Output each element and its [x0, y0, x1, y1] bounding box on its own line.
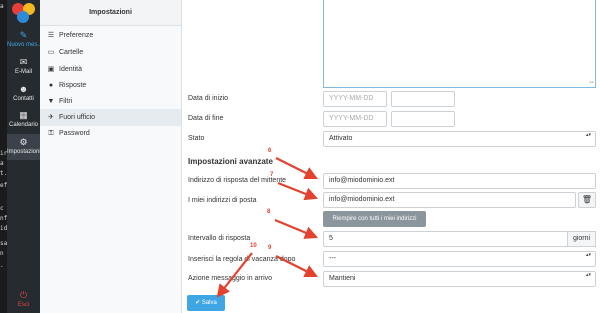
trash-icon: 🗑: [581, 195, 593, 204]
sidebar-item-identities[interactable]: ▣ Identità: [40, 61, 181, 78]
sidebar-item-label: Fuori ufficio: [59, 114, 96, 121]
save-label: Salva: [201, 300, 217, 306]
resize-grip-icon[interactable]: ⇿: [589, 79, 594, 86]
check-icon: ✔: [195, 300, 201, 306]
annotation-number: 10: [250, 243, 257, 249]
annotation-number: 7: [270, 172, 274, 178]
status-label: Stato: [188, 135, 205, 142]
cropped-window-edge: a ir a t. ef c nf id sa n .: [0, 0, 7, 313]
filter-icon: ▼: [47, 98, 55, 105]
sliders-icon: ☰: [47, 32, 55, 39]
save-button[interactable]: ✔ Salva: [187, 295, 225, 311]
reply-interval-input[interactable]: 5: [323, 231, 568, 247]
end-date-label: Data di fine: [188, 115, 224, 122]
out-of-office-form: ⇿ Data di inizio YYYY-MM-DD Data di fine…: [183, 0, 600, 313]
folder-icon: ▭: [47, 49, 55, 56]
rail-label: Calendario: [8, 122, 39, 128]
rail-item-contacts[interactable]: ☻ Contatti: [7, 84, 40, 102]
sidebar-item-label: Filtri: [59, 98, 73, 105]
comment-icon: ●: [48, 82, 54, 89]
annotation-number: 6: [268, 148, 272, 154]
sidebar-item-responses[interactable]: ● Risposte: [40, 77, 181, 94]
message-body-textarea[interactable]: ⇿: [323, 0, 596, 88]
interval-unit-label: giorni: [568, 231, 596, 247]
start-date-input[interactable]: YYYY-MM-DD: [323, 91, 387, 107]
status-select[interactable]: Attivato: [323, 131, 596, 147]
power-icon: ⏻: [19, 290, 28, 300]
reply-interval-label: Intervallo di risposta: [188, 235, 251, 242]
sidebar-title: Impostazioni: [40, 0, 181, 26]
end-time-input[interactable]: [391, 111, 455, 127]
rail-item-settings[interactable]: ⚙ Impostazioni: [7, 134, 41, 160]
edge-fragment: .: [0, 262, 4, 269]
sidebar-item-label: Identità: [59, 66, 82, 73]
compose-icon: ✎: [19, 30, 28, 40]
reply-address-label: Indirizzo di risposta del mittente: [188, 177, 287, 184]
fill-all-addresses-button[interactable]: Riempire con tutti i miei indirizzi: [323, 211, 426, 227]
logout-button[interactable]: ⏻ Esci: [7, 290, 40, 308]
start-time-input[interactable]: [391, 91, 455, 107]
incoming-action-select[interactable]: Mantieni: [323, 271, 596, 287]
app-logo: [12, 2, 36, 24]
incoming-action-label: Azione messaggio in arrivo: [188, 275, 273, 282]
insert-rule-label: Inserisci la regola di vacanza dopo: [188, 256, 296, 263]
rail-item-email[interactable]: ✉ E-Mail: [7, 57, 40, 75]
sidebar-item-label: Risposte: [59, 82, 87, 89]
settings-sidebar: Impostazioni ☰ Preferenze ▭ Cartelle ▣ Iden…: [40, 0, 182, 313]
sidebar-item-preferences[interactable]: ☰ Preferenze: [40, 27, 181, 44]
calendar-icon: ▦: [19, 110, 28, 120]
sidebar-item-label: Cartelle: [59, 49, 84, 56]
sidebar-item-filters[interactable]: ▼ Filtri: [40, 93, 181, 110]
new-message-button[interactable]: ✎ Nuovo mes...: [7, 30, 43, 48]
id-card-icon: ▣: [47, 66, 55, 73]
sidebar-item-password[interactable]: ⚿ Password: [40, 125, 181, 142]
sidebar-item-out-of-office[interactable]: ✈ Fuori ufficio: [40, 109, 181, 126]
contacts-icon: ☻: [18, 84, 29, 94]
gear-icon: ⚙: [19, 137, 28, 147]
rail-label: E-Mail: [14, 69, 32, 75]
remove-address-button[interactable]: 🗑: [578, 192, 596, 208]
rail-label: Nuovo mes...: [7, 42, 43, 48]
rail-label: Esci: [17, 302, 30, 308]
rail-label: Impostazioni: [7, 149, 41, 155]
app-nav-rail: ✎ Nuovo mes... ✉ E-Mail ☻ Contatti ▦ Cal…: [7, 0, 43, 313]
edge-fragment: n: [0, 250, 4, 257]
insert-rule-select[interactable]: ---: [323, 251, 596, 267]
edge-fragment: c: [0, 205, 4, 212]
sidebar-item-label: Password: [59, 130, 90, 137]
sidebar-item-folders[interactable]: ▭ Cartelle: [40, 44, 181, 61]
rail-label: Contatti: [13, 96, 34, 102]
annotation-number: 9: [268, 245, 272, 251]
sidebar-item-label: Preferenze: [59, 32, 94, 39]
mail-icon: ✉: [19, 57, 28, 67]
lock-icon: ⚿: [48, 130, 54, 137]
end-date-input[interactable]: YYYY-MM-DD: [323, 111, 387, 127]
edge-fragment: a: [0, 3, 4, 10]
start-date-label: Data di inizio: [188, 95, 229, 102]
reply-address-input[interactable]: info@miodominio.ext: [323, 173, 596, 189]
my-addresses-label: I miei indirizzi di posta: [188, 197, 257, 204]
rail-item-calendar[interactable]: ▦ Calendario: [7, 110, 40, 128]
advanced-settings-heading: Impostazioni avanzate: [188, 157, 273, 166]
plane-icon: ✈: [48, 114, 54, 121]
annotation-number: 8: [267, 209, 271, 215]
my-addresses-input[interactable]: info@miodominio.ext: [323, 192, 576, 208]
edge-fragment: a: [0, 160, 4, 167]
